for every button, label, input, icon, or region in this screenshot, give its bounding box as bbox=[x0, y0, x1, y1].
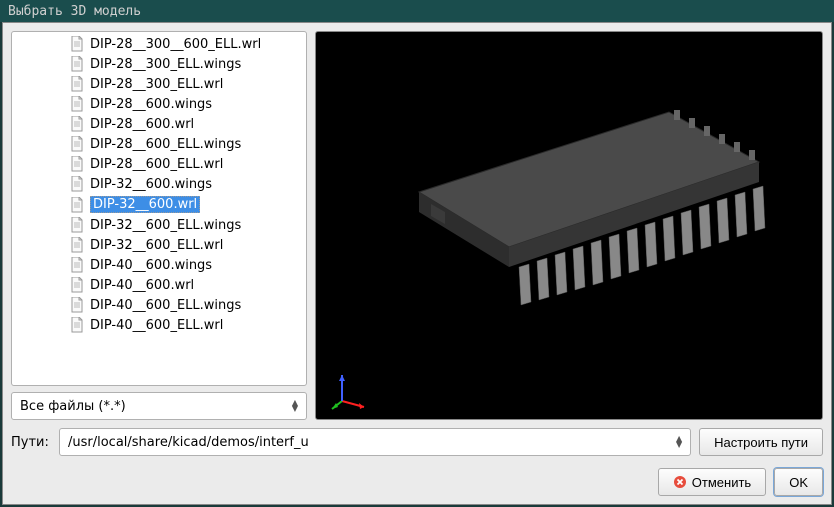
file-name: DIP-28__300_ELL.wings bbox=[90, 57, 241, 72]
file-item[interactable]: DIP-28__300_ELL.wings bbox=[64, 54, 306, 74]
file-filter-combo[interactable]: Все файлы (*.*) ▲▼ bbox=[11, 392, 307, 420]
file-name: DIP-28__600.wings bbox=[90, 97, 212, 112]
path-value: /usr/local/share/kicad/demos/interf_u bbox=[68, 435, 309, 450]
file-name: DIP-40__600.wrl bbox=[90, 278, 194, 293]
file-item[interactable]: DIP-28__300_ELL.wrl bbox=[64, 74, 306, 94]
file-icon bbox=[70, 297, 84, 313]
file-icon bbox=[70, 217, 84, 233]
file-item[interactable]: DIP-32__600_ELL.wrl bbox=[64, 235, 306, 255]
file-item[interactable]: DIP-40__600_ELL.wings bbox=[64, 295, 306, 315]
file-name: DIP-28__300__600_ELL.wrl bbox=[90, 37, 261, 52]
file-name: DIP-28__600_ELL.wrl bbox=[90, 157, 223, 172]
file-icon bbox=[70, 257, 84, 273]
file-item[interactable]: DIP-32__600_ELL.wings bbox=[64, 215, 306, 235]
file-icon bbox=[70, 36, 84, 52]
file-filter-value: Все файлы (*.*) bbox=[20, 399, 126, 414]
file-icon bbox=[70, 156, 84, 172]
file-item[interactable]: DIP-32__600.wings bbox=[64, 174, 306, 194]
file-icon bbox=[70, 197, 84, 213]
ok-button[interactable]: OK bbox=[774, 468, 823, 496]
file-name: DIP-28__600.wrl bbox=[90, 117, 194, 132]
file-item[interactable]: DIP-32__600.wrl bbox=[64, 194, 306, 215]
cancel-icon bbox=[673, 475, 687, 489]
path-label: Пути: bbox=[11, 435, 51, 450]
file-icon bbox=[70, 76, 84, 92]
file-icon bbox=[70, 56, 84, 72]
file-list[interactable]: DIP-28__300__600_ELL.wrl DIP-28__300_ELL.… bbox=[12, 32, 306, 385]
file-item[interactable]: DIP-28__600.wings bbox=[64, 94, 306, 114]
file-name: DIP-28__600_ELL.wings bbox=[90, 137, 241, 152]
file-name: DIP-40__600_ELL.wings bbox=[90, 298, 241, 313]
file-name: DIP-32__600_ELL.wings bbox=[90, 218, 241, 233]
chip-3d-model bbox=[359, 72, 779, 352]
file-item[interactable]: DIP-40__600_ELL.wrl bbox=[64, 315, 306, 335]
file-icon bbox=[70, 317, 84, 333]
file-name: DIP-32__600.wings bbox=[90, 177, 212, 192]
file-item[interactable]: DIP-28__600_ELL.wings bbox=[64, 134, 306, 154]
file-name: DIP-40__600_ELL.wrl bbox=[90, 318, 223, 333]
file-icon bbox=[70, 116, 84, 132]
window-title: Выбрать 3D модель bbox=[8, 4, 141, 19]
file-icon bbox=[70, 277, 84, 293]
file-item[interactable]: DIP-40__600.wrl bbox=[64, 275, 306, 295]
file-name: DIP-32__600.wrl bbox=[90, 196, 200, 213]
3d-preview-viewport[interactable] bbox=[315, 31, 823, 420]
dialog-body: DIP-28__300__600_ELL.wrl DIP-28__300_ELL.… bbox=[2, 22, 832, 505]
path-combo[interactable]: /usr/local/share/kicad/demos/interf_u ▲▼ bbox=[59, 428, 691, 456]
file-item[interactable]: DIP-28__300__600_ELL.wrl bbox=[64, 34, 306, 54]
configure-paths-button[interactable]: Настроить пути bbox=[699, 428, 823, 456]
combo-spinner-icon: ▲▼ bbox=[676, 436, 682, 448]
file-name: DIP-32__600_ELL.wrl bbox=[90, 238, 223, 253]
file-name: DIP-28__300_ELL.wrl bbox=[90, 77, 223, 92]
file-list-container: DIP-28__300__600_ELL.wrl DIP-28__300_ELL.… bbox=[11, 31, 307, 386]
file-item[interactable]: DIP-28__600_ELL.wrl bbox=[64, 154, 306, 174]
cancel-button[interactable]: Отменить bbox=[658, 468, 766, 496]
file-icon bbox=[70, 96, 84, 112]
file-icon bbox=[70, 136, 84, 152]
file-icon bbox=[70, 237, 84, 253]
axis-gizmo-icon bbox=[328, 371, 368, 411]
file-item[interactable]: DIP-40__600.wings bbox=[64, 255, 306, 275]
file-name: DIP-40__600.wings bbox=[90, 258, 212, 273]
file-icon bbox=[70, 176, 84, 192]
combo-spinner-icon: ▲▼ bbox=[292, 400, 298, 412]
window-titlebar: Выбрать 3D модель bbox=[0, 0, 834, 22]
file-item[interactable]: DIP-28__600.wrl bbox=[64, 114, 306, 134]
